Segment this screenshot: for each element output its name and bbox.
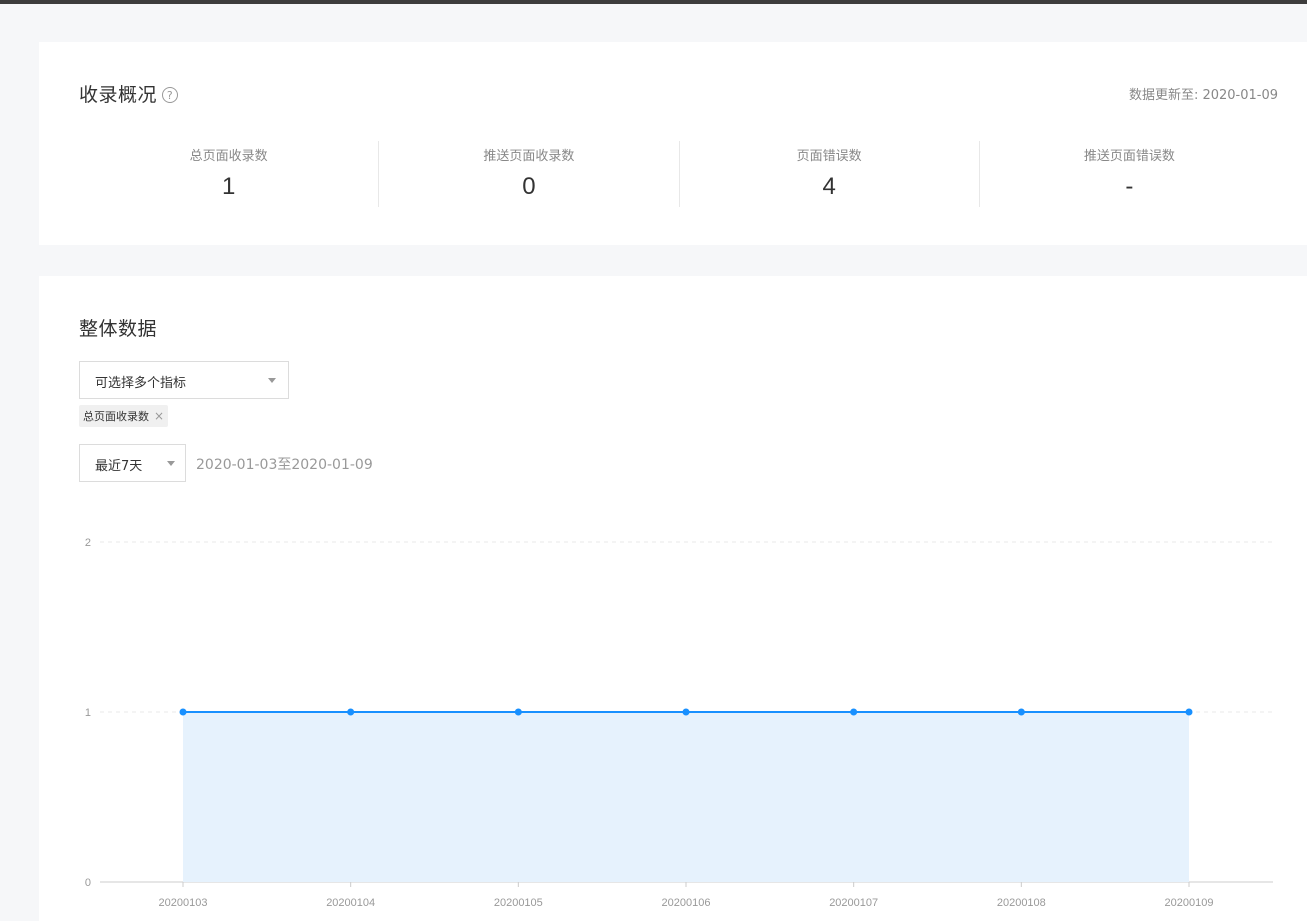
data-point: [1017, 708, 1025, 716]
data-point: [179, 708, 187, 716]
series-area: [183, 712, 1189, 882]
data-point: [682, 708, 690, 716]
x-tick-label: 20200105: [494, 897, 543, 909]
y-tick-label: 0: [85, 877, 91, 889]
x-tick-label: 20200106: [662, 897, 711, 909]
x-tick-label: 20200104: [326, 897, 375, 909]
x-tick-label: 20200109: [1165, 897, 1214, 909]
data-point: [850, 708, 858, 716]
y-tick-label: 2: [85, 537, 91, 549]
trend-chart: 0 1 2 20200103 20200104 20200105 20200106 20200…: [85, 537, 1273, 909]
y-tick-label: 1: [85, 707, 91, 719]
x-tick-label: 20200107: [829, 897, 878, 909]
data-point: [347, 708, 355, 716]
x-tick-label: 20200103: [159, 897, 208, 909]
data-point: [1185, 708, 1193, 716]
data-point: [514, 708, 522, 716]
x-tick-label: 20200108: [997, 897, 1046, 909]
